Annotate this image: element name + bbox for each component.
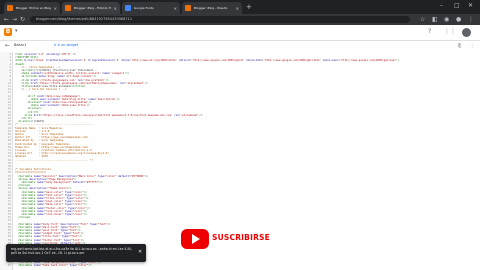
- code-line: <!-- [ Sora Tpl Version ] -->: [21, 88, 67, 92]
- browser-menu-icon[interactable]: ⋮: [468, 15, 474, 24]
- tab-title: Blogger: Blog - Edición HTML: [74, 6, 111, 10]
- code-line: <html b:css='false' b:defaultwidgetversi…: [15, 59, 400, 63]
- browser-tab[interactable]: Blogger: Blog - Diseño ✕: [182, 2, 242, 14]
- tab-title: Blogger: Entrar en Blogger: [16, 6, 51, 10]
- notification-toast: mg-well.wmo.kpt.bio-el.w.u.lhs.ua3e fw A…: [6, 244, 146, 262]
- minimize-button[interactable]: –: [440, 2, 443, 10]
- help-icon[interactable]: ?: [428, 28, 431, 35]
- youtube-play-icon[interactable]: [181, 229, 209, 249]
- jump-to-widget-link[interactable]: Ir a un widget: [54, 43, 78, 47]
- tab-title: Blogger: Blog - Diseño: [194, 6, 228, 10]
- tab-close-icon[interactable]: ✕: [54, 6, 57, 11]
- tab-close-icon[interactable]: ✕: [174, 6, 177, 11]
- browser-tab[interactable]: Blogger: Entrar en Blogger ✕: [4, 2, 60, 14]
- theme-title: Bakar1: [14, 43, 27, 47]
- browser-tab-bar: Blogger: Entrar en Blogger ✕ Blogger: Bl…: [0, 0, 480, 14]
- apps-grid-icon[interactable]: ⋮⋮: [444, 28, 456, 35]
- line-number: 67: [7, 264, 11, 268]
- tab-title: Google Fonts: [134, 6, 154, 10]
- google-favicon-icon: [125, 5, 131, 11]
- star-icon[interactable]: ☆: [420, 15, 425, 24]
- new-tab-button[interactable]: +: [246, 3, 252, 11]
- app-header: B ▾ ? ⋮⋮: [0, 25, 480, 41]
- maximize-button[interactable]: □: [454, 2, 460, 10]
- toast-close-icon[interactable]: ✕: [138, 249, 142, 255]
- close-window-button[interactable]: ✕: [468, 2, 473, 10]
- tab-close-icon[interactable]: ✕: [236, 6, 239, 11]
- avatar[interactable]: [462, 28, 471, 37]
- back-arrow-icon[interactable]: ←: [5, 42, 10, 49]
- code-line: <Variable name="tabs.text.color" type="c…: [18, 264, 92, 268]
- code-line: ----------------------------------------…: [15, 158, 94, 162]
- blogger-favicon-icon: [185, 5, 191, 11]
- copy-icon[interactable]: ⎘: [458, 43, 461, 48]
- blogger-favicon-icon: [65, 5, 71, 11]
- url-text: blogger.com/blog/themes/edit/88419276544…: [36, 17, 133, 21]
- extension-icon[interactable]: ◉: [444, 15, 449, 24]
- url-input[interactable]: blogger.com/blog/themes/edit/88419276544…: [30, 16, 410, 23]
- play-triangle-icon: [192, 234, 200, 244]
- browser-tab[interactable]: Google Fonts ✕: [122, 2, 180, 14]
- tab-close-icon[interactable]: ✕: [114, 6, 117, 11]
- blogger-favicon-icon: [7, 5, 13, 11]
- blogger-logo-icon[interactable]: B: [4, 28, 12, 36]
- line-number-gutter: 1 2 3 4 5 6 7 8 9 10 11 12 13 14 15 16 17 18 19 20 21 22 23 24 2…: [0, 52, 13, 270]
- more-options-icon[interactable]: ⋮: [470, 43, 474, 48]
- reload-icon[interactable]: ↻: [20, 15, 25, 24]
- extension-icon[interactable]: ◧: [432, 15, 438, 24]
- code-line: <link href='https://cdnjs.cloudflare.com…: [24, 113, 203, 117]
- profile-icon[interactable]: ●: [456, 15, 461, 24]
- chevron-down-icon[interactable]: ▾: [15, 28, 18, 34]
- address-bar-row: ← → ↻ blogger.com/blog/themes/edit/88419…: [0, 14, 480, 25]
- editor-toolbar: ← Bakar1 Ir a un widget ⎘ ⋮: [0, 41, 480, 51]
- back-icon[interactable]: ←: [4, 15, 9, 24]
- subscribe-label[interactable]: SUSCRIBIRSE: [212, 233, 270, 242]
- browser-tab-active[interactable]: Blogger: Blog - Edición HTML ✕: [62, 2, 120, 14]
- code-line: </Group>: [18, 216, 31, 220]
- toast-message: mg-well.wmo.kpt.bio-el.w.u.lhs.ua3e fw A…: [11, 247, 133, 256]
- forward-icon[interactable]: →: [12, 15, 17, 24]
